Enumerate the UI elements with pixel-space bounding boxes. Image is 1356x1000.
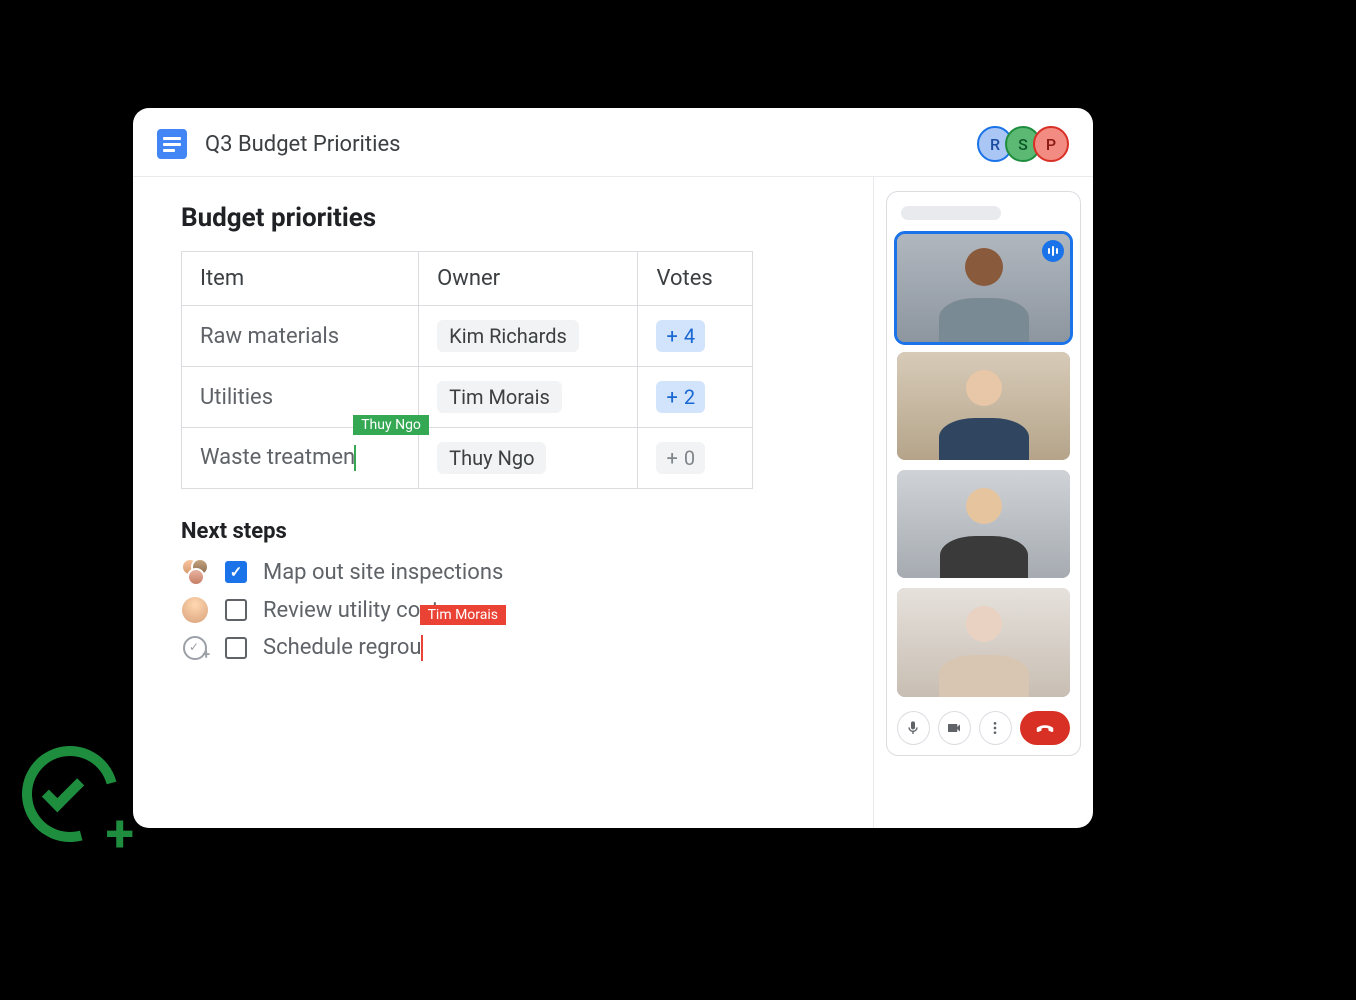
mic-button[interactable] [897,711,930,745]
cell-owner[interactable]: Kim Richards [419,306,638,367]
task-text[interactable]: Map out site inspections [263,560,503,585]
docs-logo-icon [157,129,187,159]
task-row[interactable]: Map out site inspections [181,558,825,586]
budget-priorities-table[interactable]: Item Owner Votes Raw materials Kim Richa… [181,251,753,489]
cell-owner[interactable]: Thuy Ngo [419,428,638,489]
collab-cursor [421,635,423,661]
collab-cursor-label: Thuy Ngo [353,415,429,435]
meet-participant-tile[interactable] [897,352,1070,460]
assignee-group-icon [181,558,209,586]
table-row[interactable]: Raw materials Kim Richards +4 [182,306,753,367]
plus-icon: + [666,324,677,348]
cell-votes[interactable]: +2 [638,367,753,428]
task-checkbox[interactable] [225,637,247,659]
task-assignee[interactable] [181,634,209,662]
cell-item[interactable]: Waste treatmenThuy Ngo [182,428,419,489]
task-checkbox[interactable] [225,599,247,621]
camera-button[interactable] [938,711,971,745]
header: Q3 Budget Priorities R S P [133,108,1093,177]
plus-icon: + [666,446,677,470]
owner-chip[interactable]: Thuy Ngo [437,442,546,474]
meet-participant-tile[interactable] [897,234,1070,342]
more-vertical-icon [987,720,1003,736]
cell-votes[interactable]: +4 [638,306,753,367]
cell-votes[interactable]: +0 [638,428,753,489]
collab-cursor [354,445,356,471]
task-checkbox[interactable] [225,561,247,583]
meet-sidebar [873,177,1093,828]
col-votes: Votes [638,252,753,306]
hangup-icon [1034,717,1056,739]
collaborator-avatars: R S P [985,126,1069,162]
task-add-badge-icon: + [16,740,136,860]
col-owner: Owner [419,252,638,306]
meet-title-placeholder [901,206,1001,220]
speaking-indicator-icon [1042,240,1064,262]
section-heading-next-steps: Next steps [181,519,825,544]
table-row[interactable]: Utilities Tim Morais +2 [182,367,753,428]
body: Budget priorities Item Owner Votes Raw m… [133,177,1093,828]
owner-chip[interactable]: Kim Richards [437,320,579,352]
owner-chip[interactable]: Tim Morais [437,381,562,413]
cell-item[interactable]: Raw materials [182,306,419,367]
assign-add-icon[interactable] [183,636,207,660]
meet-card [886,191,1081,756]
meet-participant-tile[interactable] [897,470,1070,578]
vote-chip[interactable]: +0 [656,442,705,474]
document-title[interactable]: Q3 Budget Priorities [205,132,400,157]
collaborator-avatar[interactable]: P [1033,126,1069,162]
assignee-avatar-icon [182,597,208,623]
plus-icon: + [666,385,677,409]
meet-participant-tile[interactable] [897,588,1070,696]
col-item: Item [182,252,419,306]
task-text[interactable]: Schedule regrouTim Morais [263,635,423,661]
vote-chip[interactable]: +2 [656,381,705,413]
docs-app-window: Q3 Budget Priorities R S P Budget priori… [133,108,1093,828]
hangup-button[interactable] [1020,711,1070,745]
task-assignee[interactable] [181,596,209,624]
task-row[interactable]: Schedule regrouTim Morais [181,634,825,662]
task-assignee[interactable] [181,558,209,586]
document-area[interactable]: Budget priorities Item Owner Votes Raw m… [133,177,873,828]
cell-owner[interactable]: Tim Morais [419,367,638,428]
mic-icon [905,720,921,736]
section-heading-priorities: Budget priorities [181,203,825,233]
vote-chip[interactable]: +4 [656,320,705,352]
camera-icon [946,720,962,736]
table-row[interactable]: Waste treatmenThuy Ngo Thuy Ngo +0 [182,428,753,489]
collab-cursor-label: Tim Morais [420,605,506,625]
meet-controls [897,711,1070,745]
more-button[interactable] [979,711,1012,745]
